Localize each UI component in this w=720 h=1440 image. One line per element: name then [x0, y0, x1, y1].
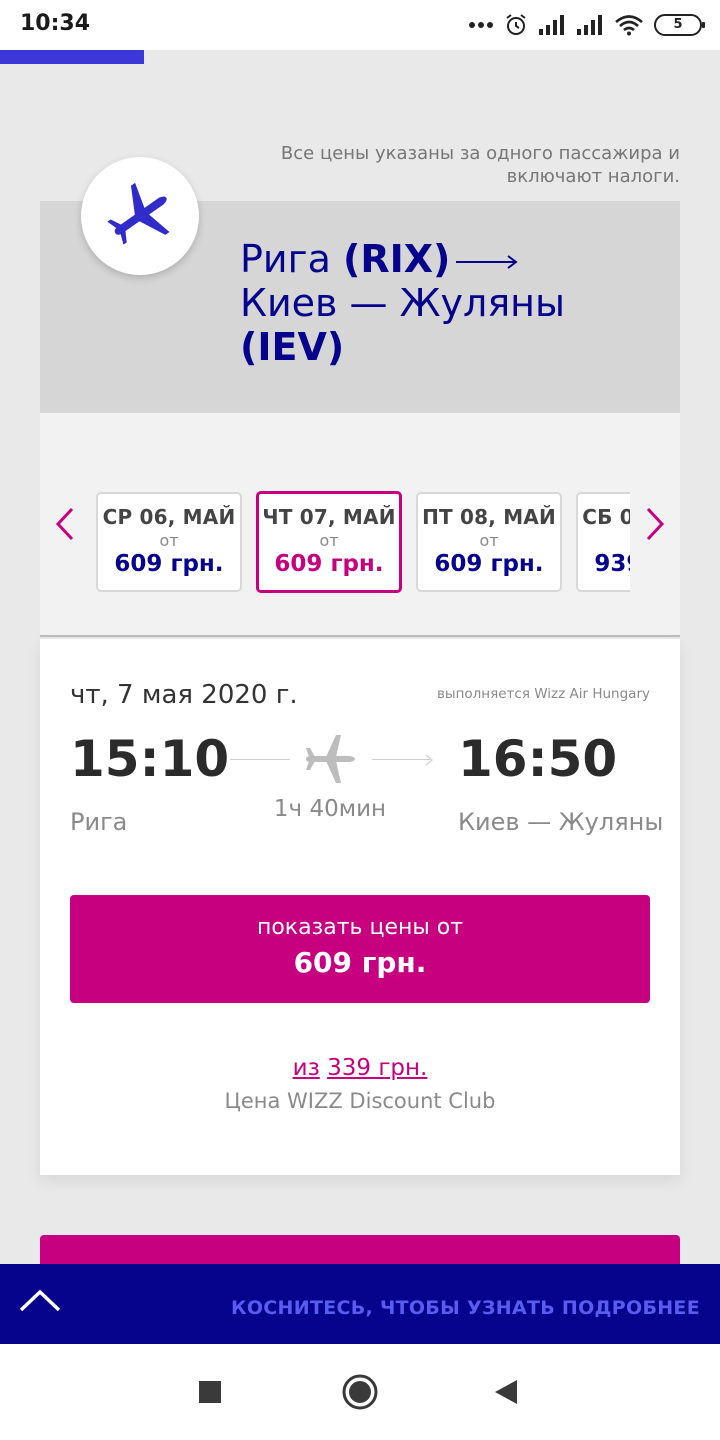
- home-button[interactable]: [340, 1372, 380, 1412]
- date-card-day: СР 06, МАЙ: [102, 505, 236, 529]
- date-card[interactable]: СБ 09, МАЙ от 939 грн.: [576, 492, 630, 592]
- date-card-price: 609 грн.: [434, 551, 544, 577]
- route-plane-badge: [81, 157, 199, 275]
- more-dots-icon: [469, 22, 493, 28]
- square-icon: [199, 1381, 221, 1403]
- back-button[interactable]: [486, 1372, 526, 1412]
- status-time: 10:34: [20, 11, 91, 36]
- arrival-city: Киев — Жуляны: [458, 808, 664, 836]
- route-title: Рига (RIX) Киев — Жуляны (IEV): [240, 237, 660, 369]
- discount-club-label: Цена WIZZ Discount Club: [224, 1089, 496, 1113]
- departure-time: 15:10: [70, 730, 230, 788]
- date-card-from: от: [319, 531, 339, 550]
- origin-code: (RIX): [342, 237, 451, 281]
- discount-prefix[interactable]: из: [293, 1055, 320, 1081]
- status-bar: 10:34 5: [0, 0, 720, 50]
- date-card-day: ПТ 08, МАЙ: [422, 505, 556, 529]
- loading-progress-fill: [0, 50, 144, 64]
- flight-plane-icon: [306, 735, 355, 783]
- date-card-price: 609 грн.: [114, 551, 224, 577]
- date-card-from: от: [159, 531, 179, 550]
- discount-price[interactable]: из 339 грн.: [0, 1055, 720, 1081]
- date-card-from: от: [578, 531, 630, 550]
- show-prices-button[interactable]: показать цены от 609 грн.: [70, 895, 650, 1003]
- carousel-next-button[interactable]: [640, 506, 670, 542]
- alarm-icon: [506, 14, 526, 35]
- carousel-prev-button[interactable]: [50, 506, 80, 542]
- signal-icon-2: [577, 15, 602, 35]
- flight-date: чт, 7 мая 2020 г.: [70, 680, 298, 710]
- chevron-left-icon: [55, 507, 74, 541]
- flight-duration: 1ч 40мин: [273, 796, 387, 822]
- date-card-price: 609 грн.: [274, 551, 384, 577]
- date-card[interactable]: ПТ 08, МАЙ от 609 грн.: [416, 492, 562, 592]
- signal-icon: [539, 15, 564, 35]
- wifi-icon: [615, 15, 643, 36]
- recents-button[interactable]: [190, 1372, 230, 1412]
- chevron-up-icon[interactable]: [18, 1286, 62, 1316]
- date-carousel-window: СР 06, МАЙ от 609 грн. ЧТ 07, МАЙ от 609…: [96, 491, 630, 595]
- date-card-price: 939 грн.: [594, 551, 630, 577]
- route-arrow-icon: [456, 254, 519, 269]
- date-card-selected[interactable]: ЧТ 07, МАЙ от 609 грн.: [256, 491, 402, 593]
- departure-city: Рига: [70, 808, 128, 836]
- destination-city: Киев — Жуляны: [240, 281, 566, 325]
- status-icons: 5: [468, 12, 705, 38]
- price-note: Все цены указаны за одного пассажира и в…: [280, 143, 680, 187]
- loading-progress: [0, 50, 720, 64]
- details-bar[interactable]: КОСНИТЕСЬ, ЧТОБЫ УЗНАТЬ ПОДРОБНЕЕ: [0, 1264, 720, 1344]
- battery-icon: 5: [654, 14, 705, 36]
- date-card[interactable]: СР 06, МАЙ от 609 грн.: [96, 492, 242, 592]
- show-prices-label: показать цены от: [256, 915, 464, 940]
- show-prices-amount: 609 грн.: [293, 946, 427, 979]
- date-card-from: от: [479, 531, 499, 550]
- arrival-time: 16:50: [458, 730, 618, 788]
- discount-amount[interactable]: 339 грн.: [327, 1055, 427, 1081]
- system-nav-bar: [0, 1344, 720, 1440]
- flight-path-line: [372, 759, 430, 760]
- origin-city: Рига: [240, 237, 331, 281]
- flight-path-line: [230, 759, 290, 760]
- flight-path-arrow-icon: [425, 754, 433, 766]
- chevron-right-icon: [646, 507, 665, 541]
- back-triangle-icon: [495, 1380, 517, 1404]
- destination-code: (IEV): [240, 325, 345, 369]
- flight-operator: выполняется Wizz Air Hungary: [436, 686, 650, 702]
- home-circle-icon: [342, 1374, 378, 1410]
- date-card-day: ЧТ 07, МАЙ: [262, 505, 396, 529]
- airplane-icon: [107, 182, 170, 245]
- date-card-day: СБ 09, МАЙ: [582, 505, 630, 529]
- details-bar-text[interactable]: КОСНИТЕСЬ, ЧТОБЫ УЗНАТЬ ПОДРОБНЕЕ: [231, 1297, 700, 1319]
